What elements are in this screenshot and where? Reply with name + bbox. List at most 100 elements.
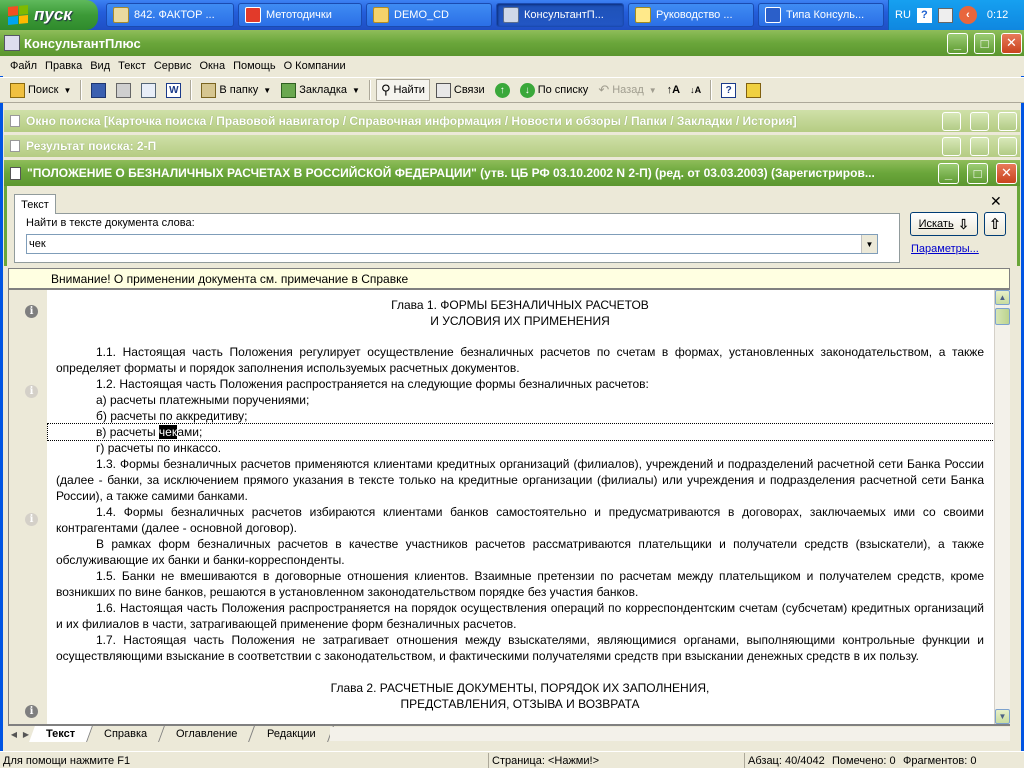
close-button[interactable]: ✕ (1001, 32, 1022, 54)
horizontal-scrollbar[interactable] (330, 727, 1010, 741)
links-button[interactable]: Связи (432, 79, 489, 101)
paragraph: 1.2. Настоящая часть Положения распростр… (96, 377, 649, 391)
print-button[interactable] (112, 79, 135, 101)
start-button[interactable]: пуск (0, 0, 98, 30)
font-increase-button[interactable]: ↑A (663, 79, 684, 101)
chapter-heading: Глава 1. ФОРМЫ БЕЗНАЛИЧНЫХ РАСЧЕТОВ (391, 298, 649, 312)
taskbar-button-2[interactable]: Метотодички (238, 3, 362, 27)
export-word-button[interactable]: W (162, 79, 185, 101)
close-button[interactable]: ✕ (996, 162, 1017, 184)
save-button[interactable] (87, 79, 110, 101)
scroll-down-icon[interactable]: ▼ (995, 709, 1010, 724)
left-gutter (9, 290, 47, 724)
params-link[interactable]: Параметры... (911, 243, 979, 255)
next-up-button[interactable]: ↑ (491, 79, 514, 101)
font-decrease-icon: ↓A (690, 85, 702, 95)
info-icon[interactable]: i (25, 385, 38, 398)
red-app-icon (245, 7, 261, 23)
exit-button[interactable] (742, 79, 765, 101)
windows-logo-icon (8, 4, 28, 26)
search-card-icon (10, 115, 20, 127)
close-button[interactable] (998, 136, 1017, 156)
taskbar-button-6[interactable]: Типа Консуль... (758, 3, 884, 27)
document-titlebar[interactable]: "ПОЛОЖЕНИЕ О БЕЗНАЛИЧНЫХ РАСЧЕТАХ В РОСС… (4, 160, 1020, 186)
minimize-button[interactable] (942, 111, 961, 131)
back-arrow-icon[interactable]: ‹ (958, 6, 977, 24)
clock: 0:12 (986, 9, 1009, 21)
maximize-button[interactable] (970, 111, 989, 131)
paragraph: 1.6. Настоящая часть Положения распростр… (56, 601, 984, 631)
find-button[interactable]: ⚲ Найти (375, 79, 430, 101)
chapter-heading: ПРЕДСТАВЛЕНИЯ, ОТЗЫВА И ВОЗВРАТА (400, 697, 640, 711)
tab-editions[interactable]: Редакции (249, 726, 334, 742)
taskbar-button-4[interactable]: КонсультантП... (496, 3, 624, 27)
scroll-thumb[interactable] (995, 308, 1010, 325)
close-icon[interactable]: ✕ (990, 193, 1002, 210)
language-indicator[interactable]: RU (895, 9, 911, 21)
chevron-down-icon[interactable]: ▼ (861, 235, 877, 253)
help-icon[interactable]: ? (916, 7, 932, 23)
maximize-button[interactable]: □ (967, 162, 988, 184)
taskbar-button-3[interactable]: DEMO_CD (366, 3, 492, 27)
menu-help[interactable]: Помощь (229, 60, 280, 72)
app-title: КонсультантПлюс (24, 35, 141, 51)
maximize-button[interactable]: □ (974, 32, 995, 54)
status-page[interactable]: Страница: <Нажми!> (488, 753, 742, 768)
context-help-button[interactable]: ? (717, 79, 740, 101)
close-button[interactable] (998, 111, 1017, 131)
list-item-selected[interactable]: в) расчеты чеками; (47, 423, 995, 441)
menu-text[interactable]: Текст (114, 60, 150, 72)
folder-icon (373, 7, 389, 23)
tab-contents[interactable]: Оглавление (159, 726, 256, 742)
dropdown-arrow-icon: ▼ (63, 85, 72, 95)
tab-text[interactable]: Текст (14, 194, 56, 214)
status-marked: Помечено: 0 (832, 754, 896, 767)
word-icon: W (166, 82, 182, 98)
menu-edit[interactable]: Правка (41, 60, 86, 72)
info-icon[interactable]: i (25, 513, 38, 526)
find-field[interactable] (27, 235, 861, 253)
info-icon[interactable]: i (25, 305, 38, 318)
separator (368, 80, 371, 100)
menu-service[interactable]: Сервис (150, 60, 196, 72)
links-icon (435, 82, 451, 98)
arrow-down-icon: ⇩ (957, 215, 970, 232)
list-item: г) расчеты по инкассо. (96, 441, 222, 455)
search-button[interactable]: Поиск ▼ (6, 79, 75, 101)
find-input[interactable]: ▼ (26, 234, 878, 254)
info-icon[interactable]: i (25, 705, 38, 718)
minimize-button[interactable] (942, 136, 961, 156)
bookmark-icon (281, 82, 297, 98)
to-folder-button[interactable]: В папку ▼ (197, 79, 275, 101)
menu-view[interactable]: Вид (86, 60, 114, 72)
search-window-titlebar[interactable]: Окно поиска [Карточка поиска / Правовой … (4, 110, 1020, 132)
search-up-button[interactable]: ⇧ (984, 212, 1006, 236)
by-list-button[interactable]: ↓ По списку (516, 79, 593, 101)
menu-windows[interactable]: Окна (196, 60, 230, 72)
system-tray: RU ? ‹ 0:12 (888, 0, 1024, 30)
tab-nav-left-icon[interactable]: ◀ (8, 727, 20, 741)
scroll-up-icon[interactable]: ▲ (995, 290, 1010, 305)
vertical-scrollbar[interactable] (994, 290, 1010, 724)
document-text: Глава 1. ФОРМЫ БЕЗНАЛИЧНЫХ РАСЧЕТОВ И УС… (47, 297, 995, 712)
menu-file[interactable]: Файл (6, 60, 41, 72)
tab-reference[interactable]: Справка (87, 726, 166, 742)
font-decrease-button[interactable]: ↓A (686, 79, 705, 101)
tab-text-bottom[interactable]: Текст (29, 726, 94, 742)
separator (80, 80, 83, 100)
minimize-button[interactable]: _ (947, 32, 968, 54)
menu-about[interactable]: О Компании (280, 60, 350, 72)
minimize-button[interactable]: _ (938, 162, 959, 184)
taskbar-button-5[interactable]: Руководство ... (628, 3, 754, 27)
maximize-button[interactable] (970, 136, 989, 156)
search-result-titlebar[interactable]: Результат поиска: 2-П (4, 135, 1020, 157)
search-button[interactable]: Искать ⇩ (910, 212, 978, 236)
separator (190, 80, 193, 100)
taskbar-button-1[interactable]: 842. ФАКТОР ... (106, 3, 234, 27)
preview-button[interactable] (137, 79, 160, 101)
notice-bar[interactable]: Внимание! О применении документа см. при… (8, 268, 1010, 289)
paragraph: 1.5. Банки не вмешиваются в договорные о… (56, 569, 984, 599)
bookmark-button[interactable]: Закладка ▼ (277, 79, 364, 101)
keyboard-icon[interactable] (937, 7, 953, 23)
back-button[interactable]: ↶ Назад ▼ (594, 79, 660, 101)
